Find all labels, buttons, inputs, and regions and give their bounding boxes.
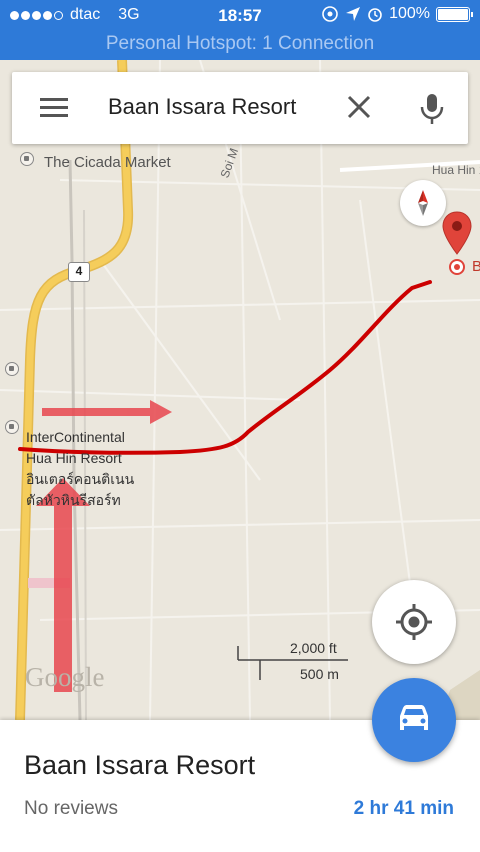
hotel-name-th-line2: ตัลหัวหินรีสอร์ท: [26, 492, 121, 508]
hotel-name-th-line1: อินเตอร์คอนติเนน: [26, 471, 135, 487]
route-4-shield: 4: [68, 262, 90, 282]
map-label-cicada-market[interactable]: The Cicada Market: [44, 154, 171, 171]
search-box[interactable]: Baan Issara Resort: [12, 72, 468, 144]
hotspot-icon: [322, 6, 338, 22]
hotel-name-en-line2: Hua Hin Resort: [26, 450, 122, 466]
hamburger-menu-icon[interactable]: [40, 98, 68, 118]
hotel-poi-icon[interactable]: [5, 420, 19, 434]
mic-icon[interactable]: [418, 92, 446, 126]
hotel-poi-icon[interactable]: [5, 362, 19, 376]
directions-button[interactable]: [372, 678, 456, 762]
location-arrow-icon: [346, 7, 361, 21]
status-bar: dtac 3G 18:57 100%: [0, 0, 480, 30]
battery-percent: 100%: [389, 5, 430, 22]
close-icon[interactable]: [346, 94, 372, 120]
battery-icon: [436, 6, 473, 22]
hotspot-banner[interactable]: Personal Hotspot: 1 Connection: [0, 30, 480, 60]
google-watermark: Google: [25, 662, 105, 692]
hotel-name-en-line1: InterContinental: [26, 429, 125, 445]
annotation-arrow-right: [42, 400, 172, 424]
reviews-text: No reviews: [24, 798, 118, 819]
my-location-icon: [396, 604, 432, 640]
scale-bar-lines: [237, 646, 348, 680]
my-location-button[interactable]: [372, 580, 456, 664]
compass-button[interactable]: [400, 180, 446, 226]
destination-label-letter: B: [472, 258, 480, 275]
market-poi-icon[interactable]: [20, 152, 34, 166]
alarm-icon: [368, 8, 382, 22]
intercontinental-label[interactable]: InterContinental Hua Hin Resort อินเตอร์…: [26, 427, 134, 511]
travel-duration: 2 hr 41 min: [353, 798, 454, 819]
compass-icon: [418, 190, 428, 216]
map-scale: 2,000 ft 500 m: [236, 640, 356, 684]
map-label-hua-hin-road: Hua Hin 112: [432, 163, 480, 177]
car-icon: [400, 705, 428, 730]
place-name: Baan Issara Resort: [24, 750, 256, 780]
search-input[interactable]: Baan Issara Resort: [108, 94, 322, 120]
